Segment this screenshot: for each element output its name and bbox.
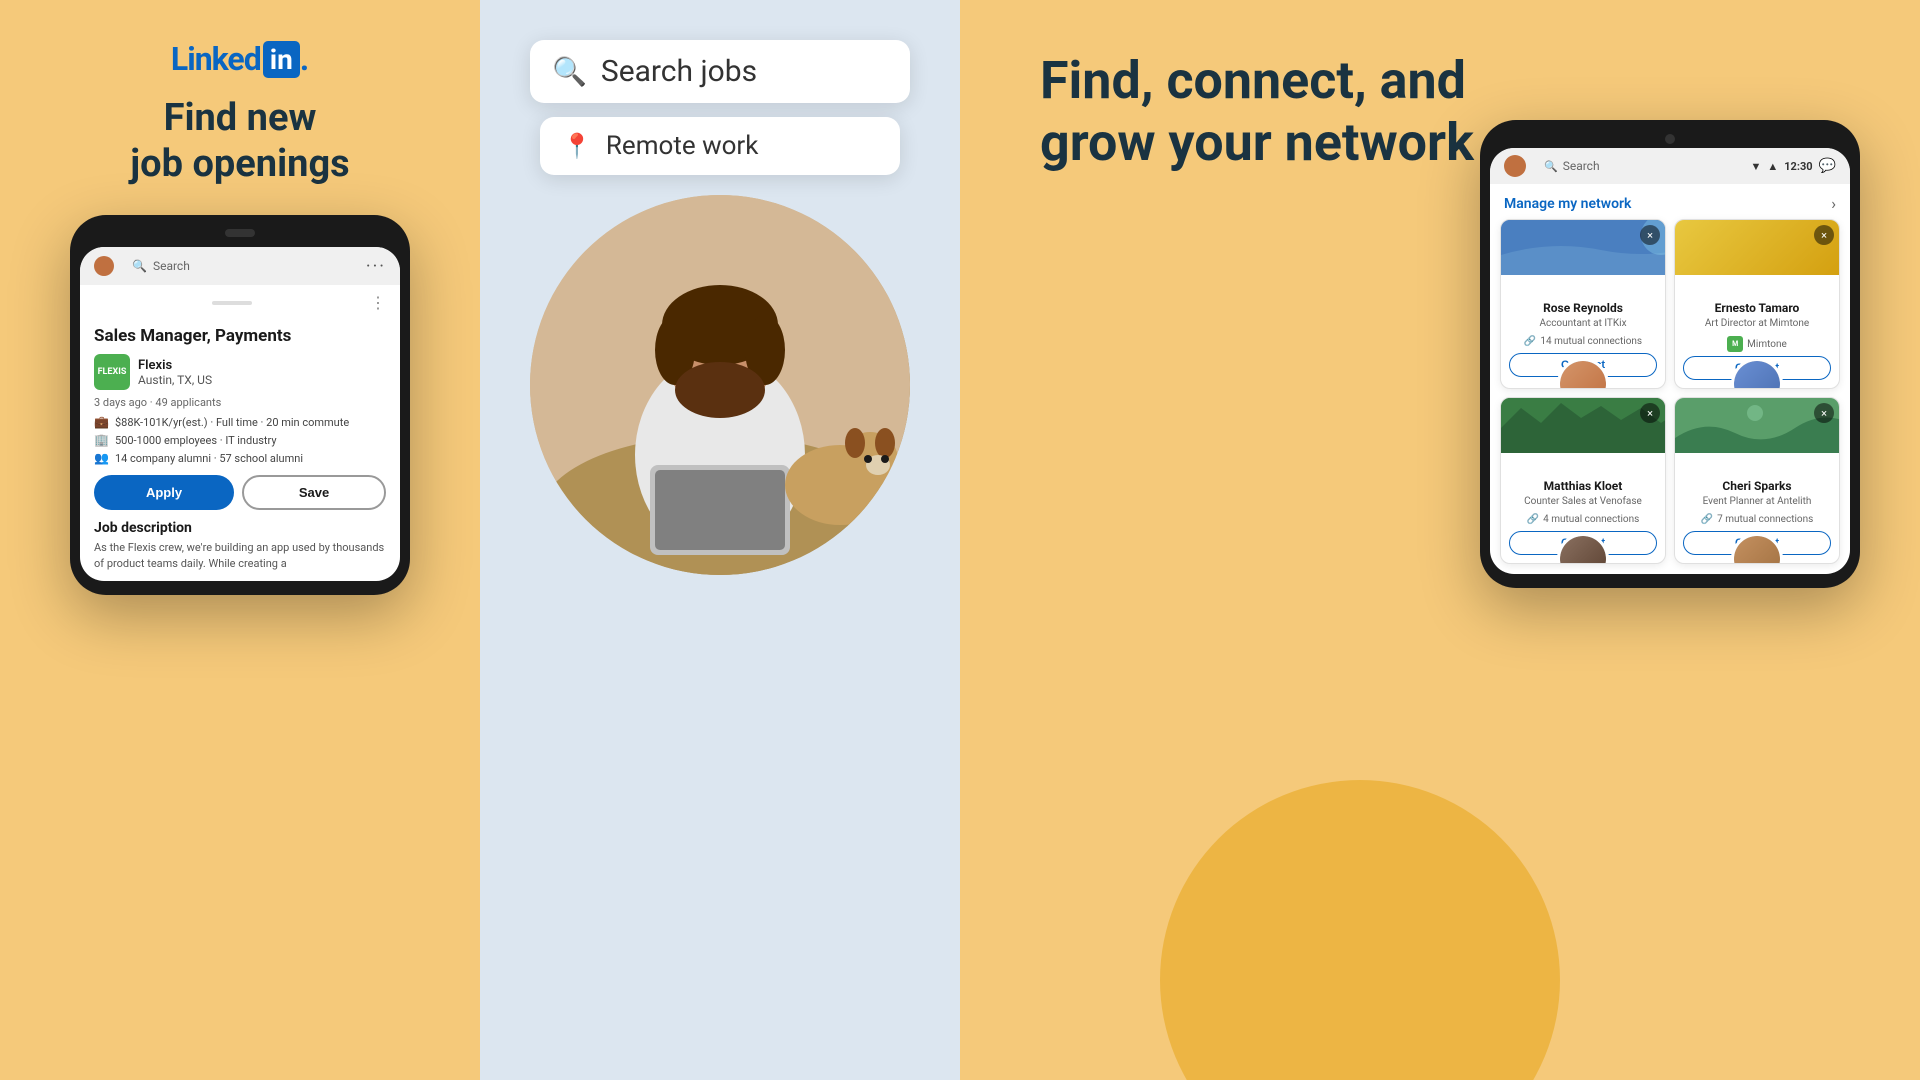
matthias-name: Matthias Kloet <box>1509 479 1657 493</box>
search-right-area[interactable]: 🔍 Search <box>1532 154 1712 178</box>
phone-search-area[interactable]: 🔍 Search <box>120 253 358 279</box>
hero-photo-circle <box>530 195 910 575</box>
job-meta: 3 days ago · 49 applicants <box>94 396 386 409</box>
people-icon: 👥 <box>94 451 109 465</box>
search-icon-right: 🔍 <box>1544 160 1558 173</box>
company-size-row: 🏢 500-1000 employees · IT industry <box>94 433 386 447</box>
panel-find-jobs: Linked in . Find new job openings 🔍 Sear… <box>0 0 480 1080</box>
company-badge-ernesto: M Mimtone <box>1683 336 1831 352</box>
close-card-1[interactable]: × <box>1640 225 1660 245</box>
remote-work-box[interactable]: 📍 Remote work <box>540 117 900 175</box>
decorative-circle <box>1160 780 1560 1080</box>
search-jobs-box[interactable]: 🔍 Search jobs <box>530 40 910 103</box>
rose-mutual: 🔗 14 mutual connections <box>1509 336 1657 347</box>
drag-handle <box>212 301 252 305</box>
mutual-icon-3: 🔗 <box>1527 514 1539 525</box>
job-more-options-icon[interactable]: ⋮ <box>370 293 386 312</box>
more-options-icon[interactable]: ··· <box>366 256 386 277</box>
location-pin-icon: 📍 <box>562 132 592 160</box>
phone-notch <box>225 229 255 237</box>
company-logo: FLEXIS <box>94 354 130 390</box>
banner-aerial <box>1675 398 1839 453</box>
close-card-4[interactable]: × <box>1814 403 1834 423</box>
phone-avatar-small <box>94 256 114 276</box>
phone-screen-left: 🔍 Search ··· ⋮ Sales Manager, Payments F… <box>80 247 400 581</box>
job-title: Sales Manager, Payments <box>94 326 386 346</box>
network-card-ernesto: × Ernesto Tamaro Art Director at Mimtone… <box>1674 219 1840 389</box>
card-banner-2: × <box>1675 220 1839 275</box>
mimtone-logo: M <box>1727 336 1743 352</box>
person-illustration <box>530 195 910 575</box>
mutual-icon-4: 🔗 <box>1701 514 1713 525</box>
building-icon: 🏢 <box>94 433 109 447</box>
apply-button[interactable]: Apply <box>94 475 234 510</box>
job-description-title: Job description <box>94 520 386 536</box>
chevron-right-icon: › <box>1831 194 1836 213</box>
location-text: Remote work <box>606 131 759 161</box>
message-icon-right[interactable]: 💬 <box>1819 158 1836 174</box>
linkedin-in-badge: in <box>263 41 300 78</box>
matthias-mutual: 🔗 4 mutual connections <box>1509 514 1657 525</box>
search-label-right: Search <box>1563 159 1600 173</box>
wifi-icon-right: ▲ <box>1767 160 1778 173</box>
person-svg <box>530 195 910 575</box>
manage-network-label: Manage my network <box>1504 196 1631 212</box>
job-listing-content: Sales Manager, Payments FLEXIS Flexis Au… <box>80 316 400 581</box>
job-action-buttons: Apply Save <box>94 475 386 510</box>
alumni-row: 👥 14 company alumni · 57 school alumni <box>94 451 386 465</box>
rose-name: Rose Reynolds <box>1509 301 1657 315</box>
phone-mockup-right: 🔍 Search ▼ ▲ 12:30 💬 Manage my network › <box>1480 120 1860 588</box>
company-location: Austin, TX, US <box>138 373 212 387</box>
phone-mockup-left: 🔍 Search ··· ⋮ Sales Manager, Payments F… <box>70 215 410 595</box>
search-label-small: Search <box>153 259 190 273</box>
salary-row: 💼 $88K-101K/yr(est.) · Full time · 20 mi… <box>94 415 386 429</box>
banner-landscape-1 <box>1501 220 1665 275</box>
phone-camera-right <box>1665 134 1675 144</box>
job-description-text: As the Flexis crew, we're building an ap… <box>94 540 386 571</box>
panel-search-jobs: 🔍 Search jobs 📍 Remote work <box>480 0 960 1080</box>
company-name: Flexis <box>138 358 212 373</box>
network-card-matthias: × Matthias Kloet Counter Sales at Venofa… <box>1500 397 1666 564</box>
save-button[interactable]: Save <box>242 475 386 510</box>
phone-status-bar-right: 🔍 Search ▼ ▲ 12:30 💬 <box>1490 148 1850 184</box>
ernesto-name: Ernesto Tamaro <box>1683 301 1831 315</box>
network-card-rose: × Rose Reynolds Accountant at ITKix 🔗 14… <box>1500 219 1666 389</box>
company-info: Flexis Austin, TX, US <box>138 358 212 387</box>
manage-network-row[interactable]: Manage my network › <box>1490 184 1850 219</box>
mutual-icon-1: 🔗 <box>1524 336 1536 347</box>
search-jobs-text: Search jobs <box>601 54 757 89</box>
matthias-role: Counter Sales at Venofase <box>1509 495 1657 508</box>
phone-status-bar: 🔍 Search ··· <box>80 247 400 285</box>
panel-right-title: Find, connect, and grow your network <box>1040 50 1474 175</box>
time-right: 12:30 <box>1784 160 1812 173</box>
close-card-3[interactable]: × <box>1640 403 1660 423</box>
cheri-name: Cheri Sparks <box>1683 479 1831 493</box>
avatar-right <box>1504 155 1526 177</box>
search-icon-small: 🔍 <box>132 259 147 273</box>
card-banner-4: × <box>1675 398 1839 453</box>
rose-role: Accountant at ITKix <box>1509 317 1657 330</box>
panel-left-title: Find new job openings <box>130 96 349 187</box>
panel-network: Find, connect, and grow your network 🔍 S… <box>960 0 1920 1080</box>
card-banner-3: × <box>1501 398 1665 453</box>
network-card-cheri: × Cheri Sparks Event Planner at Antelith… <box>1674 397 1840 564</box>
cheri-mutual: 🔗 7 mutual connections <box>1683 514 1831 525</box>
company-name-ernesto: Mimtone <box>1747 339 1787 350</box>
linkedin-logo: Linked in . <box>171 40 309 78</box>
job-details: 💼 $88K-101K/yr(est.) · Full time · 20 mi… <box>94 415 386 465</box>
linkedin-wordmark: Linked <box>171 40 261 78</box>
banner-forest <box>1501 398 1665 453</box>
phone-screen-right: 🔍 Search ▼ ▲ 12:30 💬 Manage my network › <box>1490 148 1850 574</box>
card-banner-1: × <box>1501 220 1665 275</box>
company-row: FLEXIS Flexis Austin, TX, US <box>94 354 386 390</box>
cheri-role: Event Planner at Antelith <box>1683 495 1831 508</box>
search-icon-large: 🔍 <box>552 55 587 88</box>
network-icon: ▼ <box>1750 160 1761 173</box>
salary-icon: 💼 <box>94 415 109 429</box>
ernesto-role: Art Director at Mimtone <box>1683 317 1831 330</box>
network-cards-grid: × Rose Reynolds Accountant at ITKix 🔗 14… <box>1490 219 1850 574</box>
close-card-2[interactable]: × <box>1814 225 1834 245</box>
